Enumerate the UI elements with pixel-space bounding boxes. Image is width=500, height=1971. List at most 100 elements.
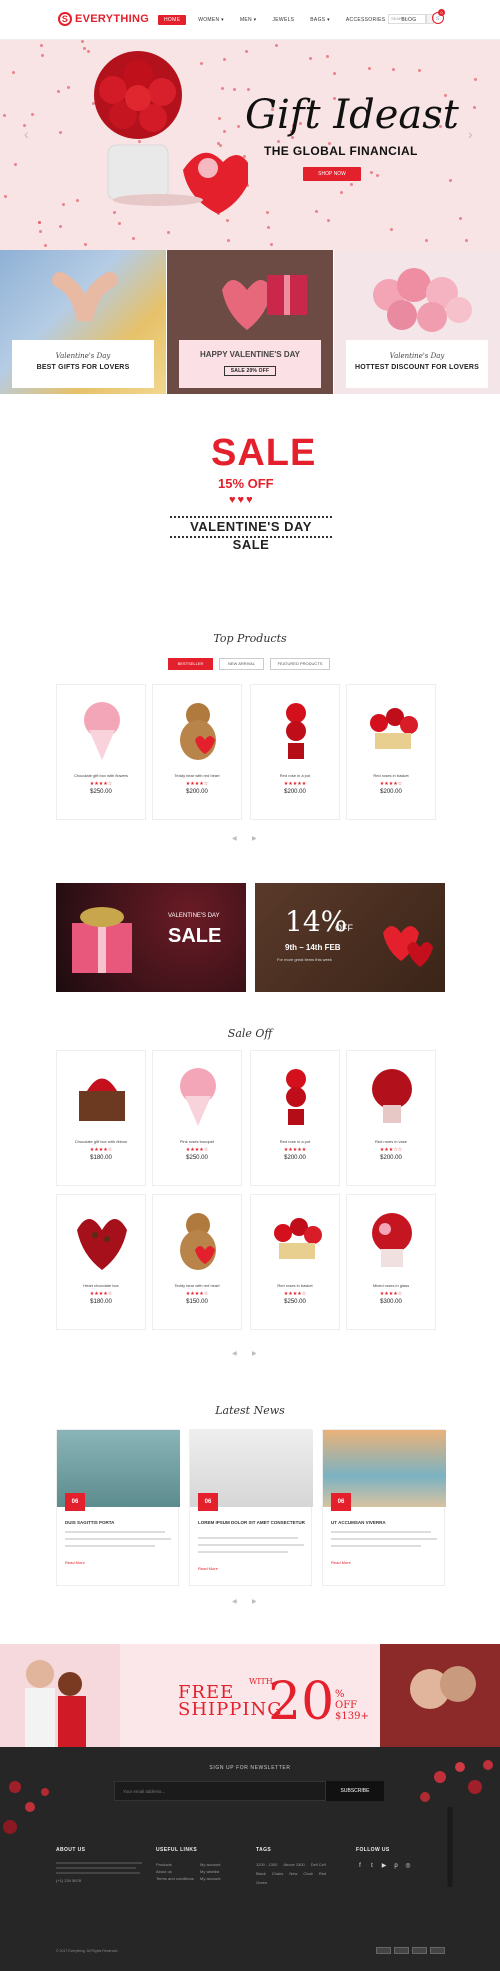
product-card[interactable]: Chocolate gift box with flowers ★★★★☆ $2… [56,684,146,820]
footer-link[interactable]: My account [200,1861,220,1868]
news-title[interactable]: LOREM IPSUM DOLOR SIT AMET CONSECTETUR [198,1520,308,1525]
tag[interactable]: Green [256,1879,267,1886]
product-card[interactable]: Red roses in vase ★★★☆☆ $200.00 [346,1050,436,1186]
product-name[interactable]: Pink roses bouquet [153,1139,241,1144]
brand-logo[interactable]: S EVERYTHING [58,12,149,26]
shop-now-button[interactable]: SHOP NOW [303,167,361,181]
product-name[interactable]: Chocolate gift box with ribbon [57,1139,145,1144]
product-name[interactable]: Heart chocolate box [57,1283,145,1288]
text-line [331,1531,431,1533]
carousel-next-icon[interactable]: ▶ [252,835,257,842]
pinterest-icon[interactable]: p [392,1862,400,1870]
facebook-icon[interactable]: f [356,1862,364,1870]
product-name[interactable]: Chocolate gift box with flowers [57,773,145,778]
tab-bestseller[interactable]: BESTSELLER [168,658,213,670]
news-card[interactable]: 06 DUIS SAGITTIS PORTA Read More [56,1429,180,1586]
product-name[interactable]: Teddy bear with red heart [153,773,241,778]
newsletter-email-field[interactable]: Your email address... [114,1781,326,1801]
news-title[interactable]: DUIS SAGITTIS PORTA [65,1520,175,1525]
banner-feb-sale[interactable]: 14% OFF 9th – 14th FEB For more great it… [255,883,445,992]
confetti-dot [81,40,84,43]
newsletter-title: SIGN UP FOR NEWSLETTER [209,1765,291,1771]
product-card[interactable]: Red roses in basket ★★★★☆ $200.00 [346,684,436,820]
product-image [77,1219,127,1270]
news-card[interactable]: 06 LOREM IPSUM DOLOR SIT AMET CONSECTETU… [189,1429,313,1586]
carousel-prev-icon[interactable]: ◀ [232,1350,237,1357]
nav-home[interactable]: HOME [158,15,187,25]
tab-featured[interactable]: FEATURED PRODUCTS [270,658,330,670]
rating-stars: ★★★★☆ [185,1291,209,1297]
nav-women[interactable]: WOMEN ▾ [190,15,232,25]
confetti-dot [474,78,477,81]
product-name[interactable]: Red roses in vase [347,1139,435,1144]
tag[interactable]: Dell Cell [311,1861,326,1868]
tag[interactable]: New [289,1870,297,1877]
promo-tile-lovers[interactable]: Valentine's Day BEST GIFTS FOR LOVERS [0,250,166,394]
carousel-prev-icon[interactable]: ◀ [232,835,237,842]
nav-accessories[interactable]: ACCESSORIES [338,15,393,25]
product-price: $250.00 [284,1299,306,1305]
read-more-link[interactable]: Read More [331,1560,351,1565]
banner-valentine-sale[interactable]: VALENTINE'S DAY SALE [56,883,246,992]
product-name[interactable]: Mixed roses in glass [347,1283,435,1288]
phone-number[interactable]: (+1) 234 5678 [56,1877,146,1884]
news-card[interactable]: 06 UT ACCUMSAN VIVERRA Read More [322,1429,446,1586]
read-more-link[interactable]: Read More [65,1560,85,1565]
footer-link[interactable]: My account [200,1875,220,1882]
product-card[interactable]: Red roses in basket ★★★★☆ $250.00 [250,1194,340,1330]
tag[interactable]: 1200 - 1300 [256,1861,277,1868]
chevron-left-icon[interactable]: ‹ [24,126,29,142]
footer-link[interactable]: My wishlist [200,1868,220,1875]
product-card[interactable]: Pink roses bouquet ★★★★☆ $250.00 [152,1050,242,1186]
confetti-dot [118,222,121,225]
tag[interactable]: Black [256,1870,266,1877]
promo-tile-sale[interactable]: HAPPY VALENTINE'S DAY SALE 20% OFF [167,250,333,394]
footer-link[interactable]: Products [156,1861,194,1868]
carousel-next-icon[interactable]: ▶ [252,1350,257,1357]
product-name[interactable]: Red rose in a pot [251,773,339,778]
tag[interactable]: Chairs [272,1870,284,1877]
product-card[interactable]: Mixed roses in glass ★★★★☆ $300.00 [346,1194,436,1330]
instagram-icon[interactable]: ◎ [404,1862,412,1870]
read-more-link[interactable]: Read More [198,1566,218,1571]
footer-link[interactable]: Terms and conditions [156,1875,194,1882]
subscribe-button[interactable]: SUBSCRIBE [326,1781,384,1801]
confetti-dot [41,54,44,57]
product-card[interactable]: Teddy bear with red heart ★★★★☆ $150.00 [152,1194,242,1330]
twitter-icon[interactable]: t [368,1862,376,1870]
confetti-dot [67,86,70,89]
product-name[interactable]: Teddy bear with red heart [153,1283,241,1288]
news-title[interactable]: UT ACCUMSAN VIVERRA [331,1520,441,1525]
banner-off: OFF [335,923,353,933]
tag[interactable]: Chair [303,1870,313,1877]
sale-subtitle: VALENTINE'S DAY SALE [170,516,332,552]
confetti-dot [340,191,343,194]
free-shipping-banner[interactable]: WITH FREE SHIPPING 20 % OFF $139+ [0,1644,500,1747]
carousel-next-icon[interactable]: ▶ [252,1598,257,1605]
product-name[interactable]: Red rose in a pot [251,1139,339,1144]
chevron-right-icon[interactable]: › [468,126,473,142]
product-name[interactable]: Red roses in basket [347,773,435,778]
product-card[interactable]: Red rose in a pot ★★★★★ $200.00 [250,1050,340,1186]
product-card[interactable]: Chocolate gift box with ribbon ★★★★☆ $180.… [56,1050,146,1186]
footer-link[interactable]: About us [156,1868,194,1875]
product-price: $180.00 [90,1155,112,1161]
text-line [65,1531,165,1533]
tab-new-arrival[interactable]: NEW ARRIVAL [219,658,264,670]
youtube-icon[interactable]: ▶ [380,1862,388,1870]
nav-bags[interactable]: BAGS ▾ [302,15,338,25]
tag[interactable]: Above 1300 [283,1861,304,1868]
product-card[interactable]: Teddy bear with red heart ★★★★☆ $200.00 [152,684,242,820]
tag[interactable]: Red [319,1870,326,1877]
hero-title: Gift Ideast [245,92,459,138]
about-text: (+1) 234 5678 [56,1859,146,1884]
search-input[interactable]: SEARCH [388,14,426,24]
tile-caption: Valentine's Day HOTTEST DISCOUNT FOR LOV… [346,340,488,388]
promo-tile-discount[interactable]: Valentine's Day HOTTEST DISCOUNT FOR LOV… [334,250,500,394]
product-card[interactable]: Red rose in a pot ★★★★★ $200.00 [250,684,340,820]
nav-men[interactable]: MEN ▾ [232,15,265,25]
product-name[interactable]: Red roses in basket [251,1283,339,1288]
carousel-prev-icon[interactable]: ◀ [232,1598,237,1605]
product-card[interactable]: Heart chocolate box ★★★★☆ $180.00 [56,1194,146,1330]
nav-jewels[interactable]: JEWELS [264,15,302,25]
